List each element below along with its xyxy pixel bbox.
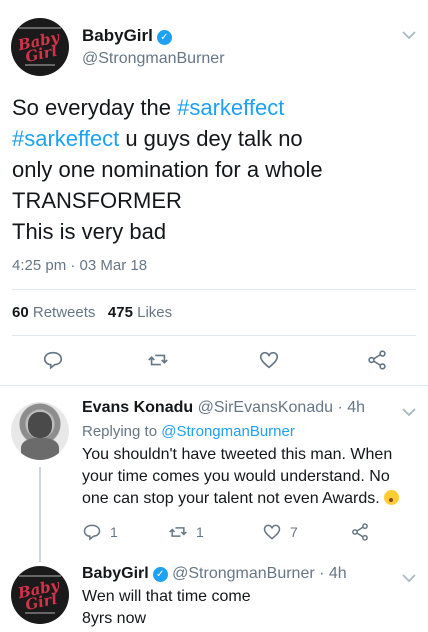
heart-icon (263, 524, 281, 540)
chevron-down-icon[interactable] (402, 571, 416, 586)
avatar[interactable] (11, 402, 69, 460)
reply-author[interactable]: BabyGirl ✓ @StrongmanBurner · 4h (82, 565, 347, 583)
retweet-button[interactable] (147, 348, 169, 372)
share-icon (368, 350, 386, 370)
tweet-text: So everyday the #sarkeffect #sarkeffect … (12, 92, 412, 247)
divider (12, 335, 416, 336)
replying-to: Replying to @StrongmanBurner (82, 423, 295, 440)
reply-count: 1 (110, 524, 118, 540)
retweet-button[interactable]: 1 (168, 520, 204, 544)
reply-text: Wen will that time come 8yrs now (82, 586, 420, 630)
reply-author[interactable]: Evans Konadu @SirEvansKonadu · 4h (82, 399, 365, 417)
share-button[interactable] (350, 520, 370, 544)
author-handle[interactable]: @StrongmanBurner (82, 50, 225, 68)
tweet-stats: 60 Retweets 475 Likes (12, 304, 172, 321)
tweet-timestamp[interactable]: 4:25 pm · 03 Mar 18 (12, 257, 147, 274)
likes-count: 475 (107, 304, 133, 321)
reply-line: Wen will that time come (82, 588, 251, 605)
tweet-line: TRANSFORMER (12, 188, 182, 213)
retweets-stat[interactable]: 60 Retweets (12, 304, 95, 321)
tweet-line: This is very bad (12, 219, 167, 244)
author-name[interactable]: BabyGirl ✓ (82, 26, 172, 46)
author-display-name[interactable]: BabyGirl (82, 26, 153, 45)
reply-handle-time[interactable]: @SirEvansKonadu · 4h (198, 399, 365, 416)
reply-button[interactable] (42, 348, 64, 372)
tweet-text-fragment: So everyday the (12, 95, 178, 120)
likes-label: Likes (137, 304, 173, 321)
reply-handle-time[interactable]: @StrongmanBurner · 4h (172, 565, 347, 582)
reply-line: one can stop your talent not even Awards… (82, 488, 420, 510)
tweet-line: #sarkeffect u guys dey talk no (12, 123, 412, 154)
reply-button[interactable]: 1 (82, 520, 118, 544)
hashtag-link[interactable]: #sarkeffect (12, 126, 119, 151)
like-count: 7 (290, 524, 298, 540)
share-icon (352, 523, 368, 541)
tweet-line: only one nomination for a whole (12, 157, 323, 182)
avatar-figure (28, 412, 52, 438)
avatar[interactable]: Baby Girl (11, 566, 69, 624)
tweet-actions (0, 348, 428, 374)
heart-icon (259, 351, 279, 369)
chevron-down-icon[interactable] (402, 28, 416, 43)
reply-tweet: Baby Girl BabyGirl ✓ @StrongmanBurner · 4… (0, 556, 428, 632)
verified-badge-icon: ✓ (156, 30, 172, 45)
reply-text: You shouldn't have tweeted this man. Whe… (82, 444, 420, 510)
like-button[interactable] (258, 348, 280, 372)
likes-stat[interactable]: 475 Likes (108, 304, 172, 321)
main-tweet: Baby Girl BabyGirl ✓ @StrongmanBurner So … (0, 0, 428, 386)
reply-display-name[interactable]: BabyGirl (82, 565, 149, 582)
retweets-label: Retweets (32, 304, 96, 321)
reply-line: your time comes you would understand. No (82, 468, 390, 485)
tweet-text-fragment: u guys dey talk no (119, 126, 303, 151)
replying-handle-link[interactable]: @StrongmanBurner (161, 423, 295, 440)
avatar-logo-text: Baby Girl (16, 28, 61, 67)
reply-tweet: Evans Konadu @SirEvansKonadu · 4h Replyi… (0, 387, 428, 562)
retweets-count: 60 (12, 304, 29, 321)
share-button[interactable] (366, 348, 388, 372)
chevron-down-icon[interactable] (402, 405, 416, 420)
retweet-count: 1 (196, 524, 204, 540)
avatar[interactable]: Baby Girl (11, 18, 69, 76)
surprised-face-emoji-icon (384, 490, 400, 505)
avatar-figure (21, 438, 59, 460)
tweet-line: So everyday the #sarkeffect (12, 92, 412, 123)
reply-line: 8yrs now (82, 610, 147, 627)
reply-display-name[interactable]: Evans Konadu (82, 399, 193, 416)
avatar-logo-text: Baby Girl (16, 576, 61, 615)
retweet-icon (169, 527, 187, 537)
retweet-icon (148, 354, 168, 366)
verified-badge-icon: ✓ (152, 567, 168, 582)
thread-line (39, 467, 41, 562)
logo-rule (25, 612, 55, 614)
reply-icon (83, 524, 101, 541)
replying-prefix: Replying to (82, 423, 162, 440)
like-button[interactable]: 7 (262, 520, 298, 544)
hashtag-link[interactable]: #sarkeffect (177, 95, 284, 120)
reply-line-text: one can stop your talent not even Awards… (82, 490, 380, 507)
reply-line: You shouldn't have tweeted this man. Whe… (82, 446, 393, 463)
logo-rule (25, 64, 55, 66)
divider (12, 289, 416, 290)
reply-icon (43, 351, 63, 370)
